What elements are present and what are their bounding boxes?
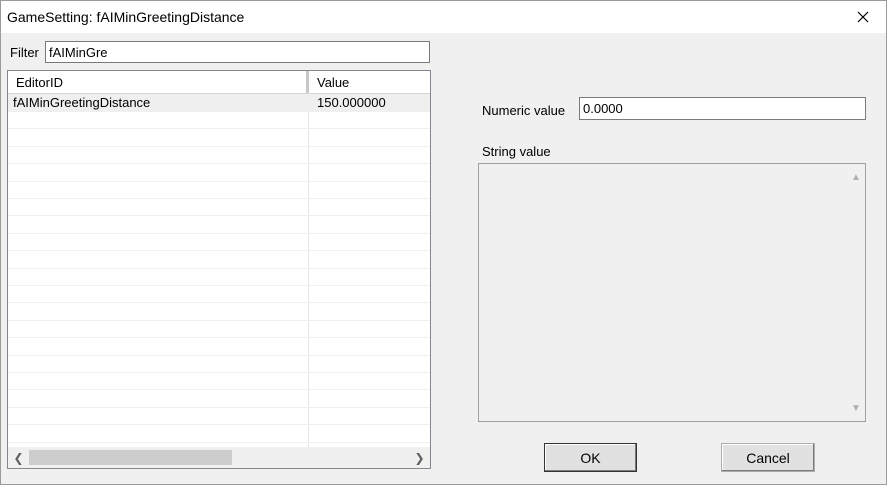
- table-row[interactable]: [8, 303, 430, 321]
- column-header-editorid-label: EditorID: [16, 75, 63, 90]
- table-row[interactable]: [8, 111, 430, 130]
- table-row[interactable]: [8, 407, 430, 426]
- table-row[interactable]: [8, 355, 430, 373]
- settings-list[interactable]: EditorID Value fAIMinGreetingDistance 150…: [7, 70, 431, 469]
- table-row[interactable]: [8, 233, 430, 252]
- chevron-right-icon: ❯: [414, 450, 425, 465]
- table-row[interactable]: [8, 425, 430, 443]
- chevron-left-icon: ❮: [13, 450, 24, 465]
- string-value-textarea[interactable]: [478, 163, 866, 422]
- column-header-editorid[interactable]: EditorID: [8, 71, 308, 93]
- cancel-button[interactable]: Cancel: [721, 443, 815, 472]
- table-row[interactable]: [8, 198, 430, 217]
- table-row[interactable]: [8, 216, 430, 234]
- ok-button[interactable]: OK: [544, 443, 637, 472]
- table-row[interactable]: [8, 390, 430, 408]
- window-title: GameSetting: fAIMinGreetingDistance: [7, 9, 245, 25]
- filter-input[interactable]: [45, 41, 430, 63]
- table-row[interactable]: [8, 338, 430, 356]
- cell-value: 150.000000: [317, 95, 386, 110]
- table-row[interactable]: [8, 320, 430, 339]
- table-row[interactable]: [8, 251, 430, 269]
- table-row[interactable]: [8, 372, 430, 391]
- table-row[interactable]: [8, 146, 430, 165]
- chevron-down-icon: ▼: [851, 402, 861, 414]
- scroll-left-button[interactable]: ❮: [8, 447, 29, 468]
- table-row[interactable]: [8, 285, 430, 304]
- scroll-up-button[interactable]: ▲: [847, 168, 865, 186]
- scrollbar-thumb[interactable]: [29, 450, 232, 465]
- close-icon: [857, 11, 869, 23]
- column-header-value[interactable]: Value: [308, 71, 430, 93]
- filter-label: Filter: [10, 45, 39, 60]
- title-bar: GameSetting: fAIMinGreetingDistance: [1, 1, 886, 33]
- list-header: EditorID Value: [8, 71, 430, 94]
- horizontal-scrollbar[interactable]: ❮ ❯: [8, 447, 430, 468]
- scroll-right-button[interactable]: ❯: [409, 447, 430, 468]
- cell-editorid: fAIMinGreetingDistance: [13, 95, 151, 110]
- string-value-scrollbar[interactable]: ▲ ▼: [847, 164, 865, 421]
- table-row[interactable]: [8, 268, 430, 286]
- scroll-down-button[interactable]: ▼: [847, 399, 865, 417]
- table-row[interactable]: [8, 129, 430, 147]
- chevron-up-icon: ▲: [851, 171, 861, 183]
- table-row[interactable]: [8, 164, 430, 182]
- game-setting-dialog: GameSetting: fAIMinGreetingDistance Filt…: [0, 0, 887, 485]
- table-row[interactable]: [8, 181, 430, 199]
- table-row[interactable]: fAIMinGreetingDistance 150.000000: [8, 94, 430, 112]
- column-header-value-label: Value: [317, 75, 350, 90]
- string-value-label: String value: [482, 144, 551, 159]
- close-button[interactable]: [840, 1, 886, 33]
- numeric-value-label: Numeric value: [482, 103, 566, 118]
- numeric-value-input[interactable]: [579, 97, 866, 120]
